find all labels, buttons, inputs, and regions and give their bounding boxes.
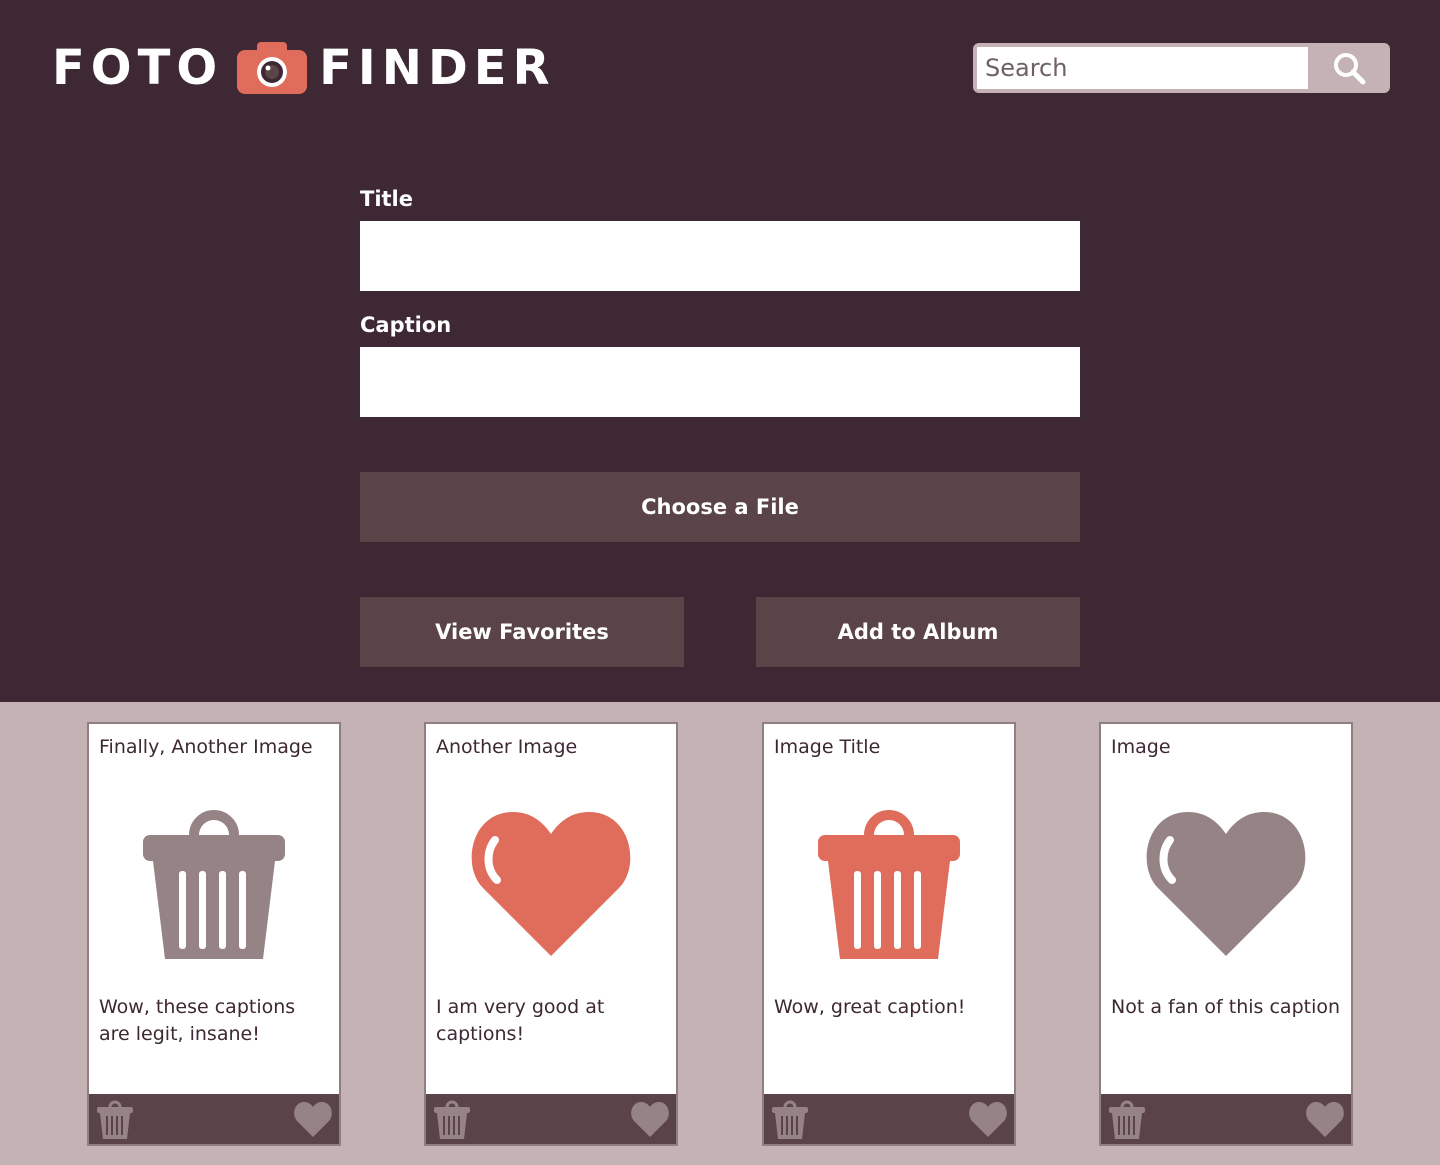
card-caption: Wow, great caption!	[774, 996, 966, 1018]
delete-icon[interactable]	[432, 1099, 472, 1139]
title-label: Title	[360, 187, 414, 211]
photo-card: Finally, Another Image Wow, these captio…	[87, 722, 341, 1146]
choose-file-button[interactable]: Choose a File	[360, 472, 1080, 542]
favorite-icon[interactable]	[293, 1100, 333, 1138]
header: FOTO FINDER Title Caption Choose a File …	[0, 0, 1440, 702]
search-icon	[1334, 53, 1366, 85]
card-footer	[1101, 1094, 1351, 1144]
card-caption: Wow, these captions are legit, insane!	[99, 996, 296, 1045]
favorite-icon[interactable]	[630, 1100, 670, 1138]
card-footer	[89, 1094, 339, 1144]
heart-icon	[426, 804, 676, 964]
heart-icon	[1101, 804, 1351, 964]
card-caption: I am very good at captions!	[436, 996, 605, 1045]
camera-icon	[237, 42, 308, 94]
favorite-icon[interactable]	[968, 1100, 1008, 1138]
favorite-icon[interactable]	[1305, 1100, 1345, 1138]
card-title: Image Title	[774, 736, 881, 758]
card-title: Image	[1111, 736, 1171, 758]
trash-icon	[764, 804, 1014, 964]
card-title: Finally, Another Image	[99, 736, 313, 758]
search-bar	[973, 43, 1390, 93]
card-footer	[426, 1094, 676, 1144]
title-input[interactable]	[360, 221, 1080, 291]
photo-card: Another Image I am very good at captions…	[424, 722, 678, 1146]
add-to-album-button[interactable]: Add to Album	[756, 597, 1080, 667]
photo-card: Image Not a fan of this caption	[1099, 722, 1353, 1146]
logo-text-right: FINDER	[319, 40, 556, 96]
logo: FOTO FINDER	[52, 40, 556, 96]
caption-label: Caption	[360, 313, 452, 337]
card-caption: Not a fan of this caption	[1111, 996, 1341, 1018]
photo-card: Image Title Wow, great caption!	[762, 722, 1016, 1146]
delete-icon[interactable]	[770, 1099, 810, 1139]
trash-icon	[89, 804, 339, 964]
card-title: Another Image	[436, 736, 578, 758]
caption-input[interactable]	[360, 347, 1080, 417]
delete-icon[interactable]	[1107, 1099, 1147, 1139]
view-favorites-button[interactable]: View Favorites	[360, 597, 684, 667]
search-input[interactable]	[977, 47, 1308, 89]
delete-icon[interactable]	[95, 1099, 135, 1139]
card-footer	[764, 1094, 1014, 1144]
logo-text-left: FOTO	[52, 40, 224, 96]
search-button[interactable]	[1308, 43, 1390, 93]
